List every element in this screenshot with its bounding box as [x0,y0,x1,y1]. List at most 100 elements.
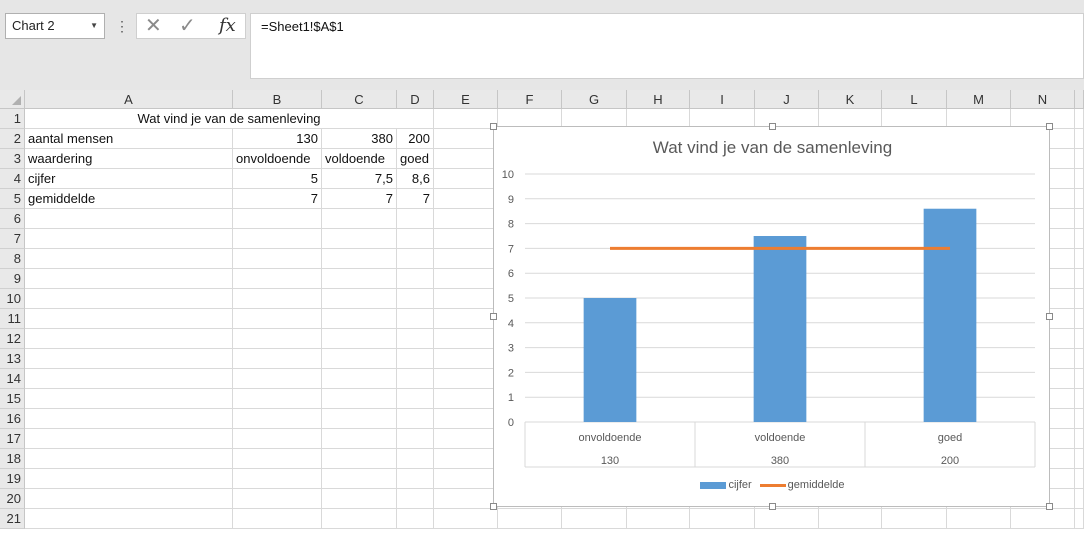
row-header-5[interactable]: 5 [0,189,25,209]
cell-d14[interactable] [397,369,434,389]
resize-handle-t[interactable] [769,123,776,130]
cell-b14[interactable] [233,369,322,389]
cell-a10[interactable] [25,289,233,309]
cell-a13[interactable] [25,349,233,369]
cell-a9[interactable] [25,269,233,289]
cell-o5[interactable] [1075,189,1084,209]
cell-e1[interactable] [434,109,498,129]
cell-o15[interactable] [1075,389,1084,409]
cell-e14[interactable] [434,369,498,389]
cell-d6[interactable] [397,209,434,229]
legend-item-gemiddelde[interactable]: gemiddelde [759,479,845,491]
cell-e10[interactable] [434,289,498,309]
cell-o13[interactable] [1075,349,1084,369]
cell-c7[interactable] [322,229,397,249]
cell-b12[interactable] [233,329,322,349]
row-header-18[interactable]: 18 [0,449,25,469]
cell-a2[interactable]: aantal mensen [25,129,233,149]
cell-d19[interactable] [397,469,434,489]
chart[interactable]: Wat vind je van de samenleving 012345678… [490,123,1053,510]
cell-o21[interactable] [1075,509,1084,529]
column-header-l[interactable]: L [882,90,947,109]
row-header-7[interactable]: 7 [0,229,25,249]
cell-c15[interactable] [322,389,397,409]
cell-b2[interactable]: 130 [233,129,322,149]
column-header-i[interactable]: I [690,90,755,109]
cell-c4[interactable]: 7,5 [322,169,397,189]
resize-handle-b[interactable] [769,503,776,510]
cell-o18[interactable] [1075,449,1084,469]
cell-o1[interactable] [1075,109,1084,129]
column-header-a[interactable]: A [25,90,233,109]
cell-b9[interactable] [233,269,322,289]
row-header-19[interactable]: 19 [0,469,25,489]
column-header-b[interactable]: B [233,90,322,109]
cell-a20[interactable] [25,489,233,509]
cell-c12[interactable] [322,329,397,349]
column-header-g[interactable]: G [562,90,627,109]
cell-h21[interactable] [627,509,690,529]
resize-handle-br[interactable] [1046,503,1053,510]
column-header-h[interactable]: H [627,90,690,109]
cell-a14[interactable] [25,369,233,389]
column-header-f[interactable]: F [498,90,562,109]
cell-d13[interactable] [397,349,434,369]
cell-d5[interactable]: 7 [397,189,434,209]
cell-a16[interactable] [25,409,233,429]
cell-a15[interactable] [25,389,233,409]
cell-o12[interactable] [1075,329,1084,349]
cell-e21[interactable] [434,509,498,529]
cell-a18[interactable] [25,449,233,469]
cell-d20[interactable] [397,489,434,509]
cell-b6[interactable] [233,209,322,229]
row-header-3[interactable]: 3 [0,149,25,169]
cell-b15[interactable] [233,389,322,409]
cell-g21[interactable] [562,509,627,529]
formula-input[interactable]: =Sheet1!$A$1 [250,13,1084,79]
cell-b17[interactable] [233,429,322,449]
cell-o19[interactable] [1075,469,1084,489]
cell-e3[interactable] [434,149,498,169]
cell-e15[interactable] [434,389,498,409]
cell-c19[interactable] [322,469,397,489]
resize-handle-l[interactable] [490,313,497,320]
cell-b4[interactable]: 5 [233,169,322,189]
row-header-4[interactable]: 4 [0,169,25,189]
column-header-n[interactable]: N [1011,90,1075,109]
cell-a1[interactable]: Wat vind je van de samenleving [25,109,434,129]
column-header-m[interactable]: M [947,90,1011,109]
cell-e11[interactable] [434,309,498,329]
cell-b19[interactable] [233,469,322,489]
cell-o17[interactable] [1075,429,1084,449]
vertical-dots-icon[interactable]: ⋮ [115,16,129,36]
cell-o8[interactable] [1075,249,1084,269]
resize-handle-tl[interactable] [490,123,497,130]
cell-d21[interactable] [397,509,434,529]
cell-o10[interactable] [1075,289,1084,309]
cell-c21[interactable] [322,509,397,529]
cell-a7[interactable] [25,229,233,249]
cell-d2[interactable]: 200 [397,129,434,149]
cell-c16[interactable] [322,409,397,429]
column-header-c[interactable]: C [322,90,397,109]
cell-a5[interactable]: gemiddelde [25,189,233,209]
cell-o6[interactable] [1075,209,1084,229]
cell-m21[interactable] [947,509,1011,529]
cell-d11[interactable] [397,309,434,329]
column-header-k[interactable]: K [819,90,882,109]
cell-b13[interactable] [233,349,322,369]
cell-o3[interactable] [1075,149,1084,169]
cell-e13[interactable] [434,349,498,369]
cell-e9[interactable] [434,269,498,289]
cell-o4[interactable] [1075,169,1084,189]
chevron-down-icon[interactable]: ▼ [90,14,98,38]
cell-b20[interactable] [233,489,322,509]
row-header-11[interactable]: 11 [0,309,25,329]
cell-d7[interactable] [397,229,434,249]
cell-o11[interactable] [1075,309,1084,329]
cell-j21[interactable] [755,509,819,529]
row-header-12[interactable]: 12 [0,329,25,349]
cell-b8[interactable] [233,249,322,269]
cell-d4[interactable]: 8,6 [397,169,434,189]
chart-plot-area[interactable]: 0 1 2 3 4 5 6 7 8 9 10 onvoldoende 130 voldoende 380 go… [494,127,1051,508]
